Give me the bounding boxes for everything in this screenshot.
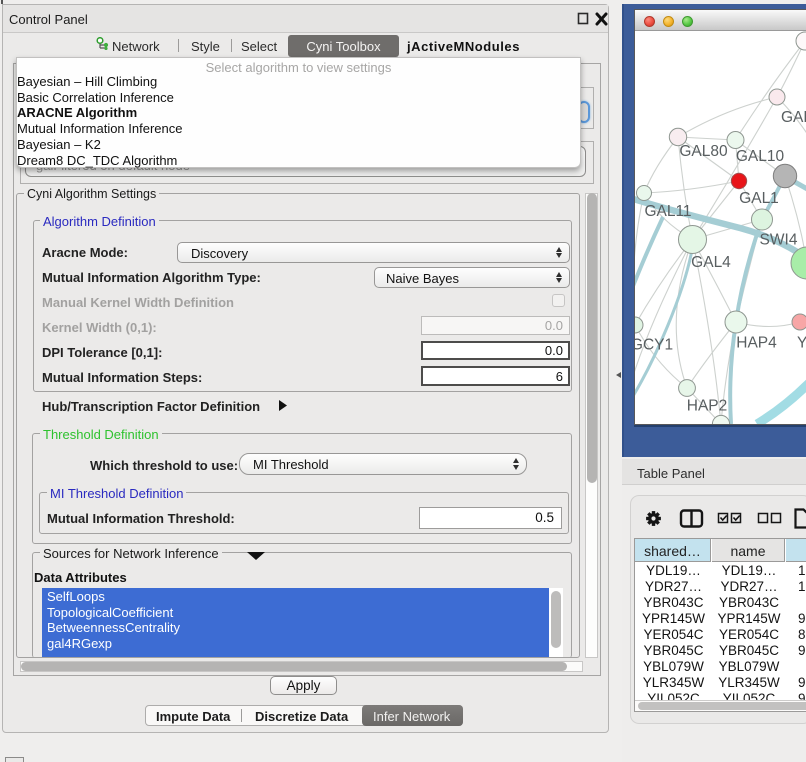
svg-text:HAP2: HAP2 <box>687 398 728 415</box>
svg-text:GAL10: GAL10 <box>736 148 785 165</box>
svg-text:GAL4: GAL4 <box>691 254 731 271</box>
svg-text:GAL11: GAL11 <box>644 203 691 220</box>
svg-text:HAP4: HAP4 <box>736 335 777 352</box>
svg-text:GAL1: GAL1 <box>739 190 779 207</box>
svg-text:GCY1: GCY1 <box>635 337 673 354</box>
svg-text:GAL80: GAL80 <box>679 143 728 160</box>
svg-text:SWI4: SWI4 <box>760 232 798 249</box>
svg-text:GAL7: GAL7 <box>781 109 806 126</box>
svg-text:Y: Y <box>797 335 806 352</box>
